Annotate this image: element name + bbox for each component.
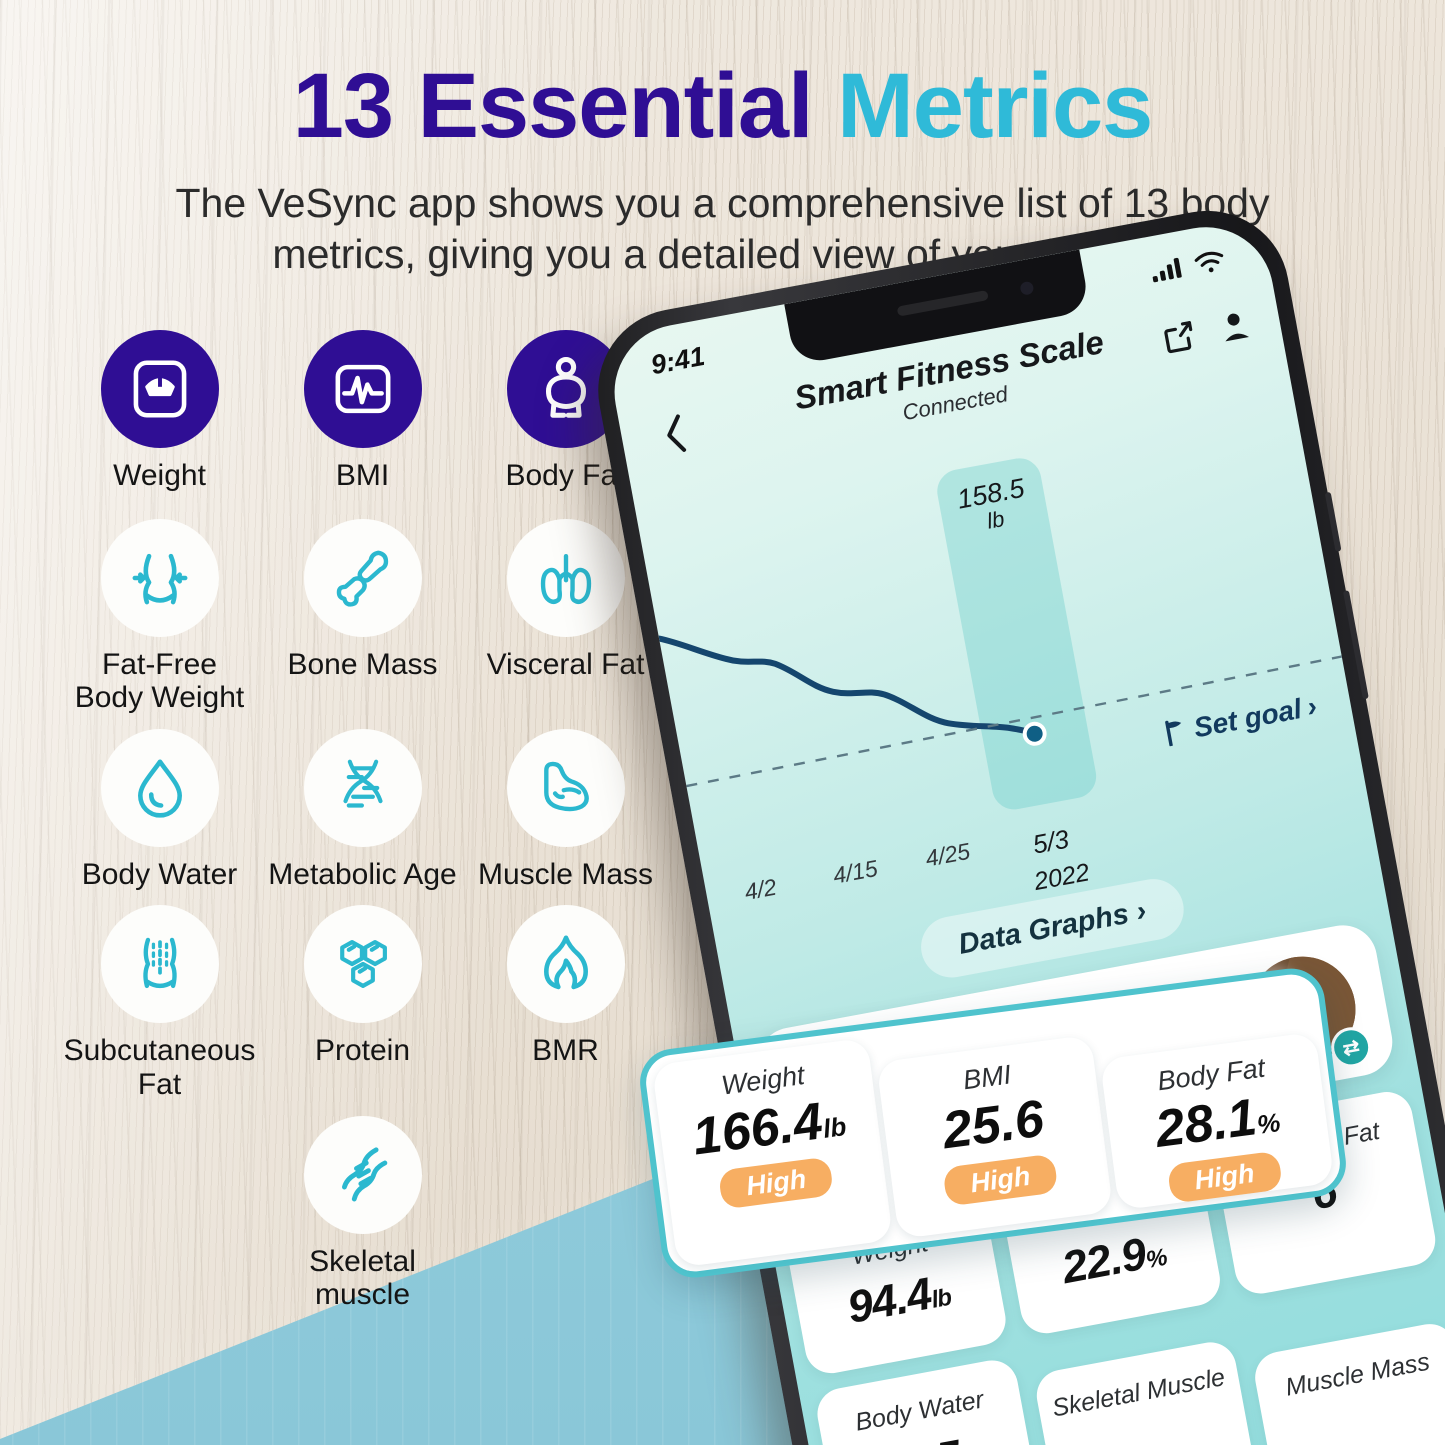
highlight-card-value: 166.4lb xyxy=(689,1092,849,1167)
metric-card[interactable]: Muscle Mass xyxy=(1251,1319,1445,1445)
metric-label-text: Subcutaneous Fat xyxy=(63,1034,256,1101)
metric-label: Protein xyxy=(314,1034,411,1068)
page-title-part-1: 13 Essential xyxy=(292,55,814,157)
wifi-icon xyxy=(1194,251,1224,273)
metric-label-text: Fat-Free Body Weight xyxy=(74,647,245,715)
metric-item-metabolic-age[interactable]: Metabolic Age xyxy=(261,728,464,892)
metrics-row-1: Weight BMI Body Fat xyxy=(58,330,678,493)
metric-card-value: 22.9% xyxy=(1058,1224,1170,1294)
flame-icon xyxy=(506,905,625,1024)
metric-label: Subcutaneous Fat xyxy=(64,1034,256,1101)
torso-skin-icon xyxy=(100,905,219,1024)
bone-joint-icon xyxy=(303,518,422,637)
status-indicators xyxy=(1149,247,1227,284)
metric-label: Metabolic Age xyxy=(268,857,457,891)
metric-item-weight[interactable]: Weight xyxy=(58,330,261,493)
metric-item-skeletal-muscle[interactable]: Skeletal muscle xyxy=(261,1115,464,1312)
cellular-bars-icon xyxy=(1152,257,1182,283)
highlight-card-weight[interactable]: Weight 166.4lb High xyxy=(651,1037,893,1268)
highlight-card-label: BMI xyxy=(961,1059,1013,1096)
metric-label: Fat-Free Body Weight xyxy=(75,648,245,715)
highlight-card-body-fat[interactable]: Body Fat 28.1% High xyxy=(1100,1031,1335,1211)
muscle-fiber-icon xyxy=(303,1115,422,1234)
metric-item-bmi[interactable]: BMI xyxy=(261,330,464,493)
metric-item-body-water[interactable]: Body Water xyxy=(58,728,261,892)
metric-card-value: 94.4lb xyxy=(843,1264,954,1334)
metric-card[interactable]: Skeletal Muscle xyxy=(1032,1338,1264,1445)
chart-line xyxy=(656,635,1038,737)
person-icon[interactable] xyxy=(1215,306,1255,348)
back-button[interactable] xyxy=(658,410,692,463)
value-number: 25.6 xyxy=(939,1089,1048,1161)
highlight-card-value: 28.1% xyxy=(1152,1088,1283,1159)
metric-label: Weight xyxy=(113,459,206,492)
metrics-icon-grid: Weight BMI Body Fat Fat-Free Body Weight… xyxy=(58,330,678,1312)
flag-icon xyxy=(1164,720,1181,747)
metric-item-bmr[interactable]: BMR xyxy=(464,905,667,1101)
flexed-arm-icon xyxy=(506,728,625,847)
page-title-part-2: Metrics xyxy=(837,55,1153,157)
metric-item-fat-free-body-weight[interactable]: Fat-Free Body Weight xyxy=(58,518,261,715)
lungs-icon xyxy=(506,518,625,637)
scale-icon xyxy=(100,330,219,448)
navbar-actions xyxy=(1158,306,1255,358)
metrics-row-5: Skeletal muscle xyxy=(58,1115,678,1312)
value-number: 22.9 xyxy=(1057,1227,1150,1294)
metric-label: BMI xyxy=(335,459,390,492)
poster-canvas: 13 Essential Metrics The VeSync app show… xyxy=(0,0,1445,1445)
metric-item-subcutaneous-fat[interactable]: Subcutaneous Fat xyxy=(58,905,261,1101)
value-number: 166.4 xyxy=(689,1092,826,1167)
metric-label: Muscle Mass xyxy=(477,857,654,891)
metric-label: BMR xyxy=(532,1034,599,1068)
status-clock: 9:41 xyxy=(648,340,707,380)
metric-label: Bone Mass xyxy=(287,647,438,681)
highlight-card-bmi[interactable]: BMI 25.6 High xyxy=(875,1034,1114,1240)
metrics-row-2: Fat-Free Body Weight Bone Mass Visceral … xyxy=(58,518,678,715)
waist-icon xyxy=(100,518,219,637)
status-badge: High xyxy=(1166,1150,1283,1204)
metrics-row-3: Body Water Metabolic Age Muscle Mass xyxy=(58,728,678,892)
pulse-chart-icon xyxy=(303,330,422,448)
metric-label: Skeletal muscle xyxy=(309,1244,416,1312)
metric-card-label: Skeletal Muscle xyxy=(1049,1363,1228,1423)
status-badge: High xyxy=(718,1156,835,1210)
value-unit: lb xyxy=(929,1283,954,1314)
metric-label: Body Fat xyxy=(505,459,626,492)
chevron-left-icon xyxy=(667,414,687,452)
metrics-row-4: Subcutaneous Fat Protein BMR xyxy=(58,905,678,1101)
highlight-card-value: 25.6 xyxy=(939,1089,1048,1161)
molecule-hex-icon xyxy=(303,905,422,1024)
metric-label: Body Water xyxy=(81,857,238,891)
value-number: 94.4 xyxy=(843,1267,935,1333)
dna-icon xyxy=(303,728,422,847)
water-drop-icon xyxy=(100,728,219,847)
page-title: 13 Essential Metrics xyxy=(0,60,1445,152)
metric-item-bone-mass[interactable]: Bone Mass xyxy=(261,518,464,715)
share-icon[interactable] xyxy=(1158,316,1200,358)
metric-card-label: Muscle Mass xyxy=(1283,1347,1432,1402)
value-unit: lb xyxy=(821,1111,849,1144)
value-number: 28.1 xyxy=(1152,1088,1260,1159)
status-badge: High xyxy=(942,1153,1059,1207)
metric-label: Visceral Fat xyxy=(486,647,645,681)
metric-item-muscle-mass[interactable]: Muscle Mass xyxy=(464,728,667,892)
x-tick-current: 5/3 xyxy=(1030,823,1072,860)
value-unit: % xyxy=(1255,1107,1283,1140)
metric-item-protein[interactable]: Protein xyxy=(261,905,464,1101)
value-unit: % xyxy=(1143,1243,1169,1275)
x-tick: 4/2 xyxy=(742,873,779,906)
